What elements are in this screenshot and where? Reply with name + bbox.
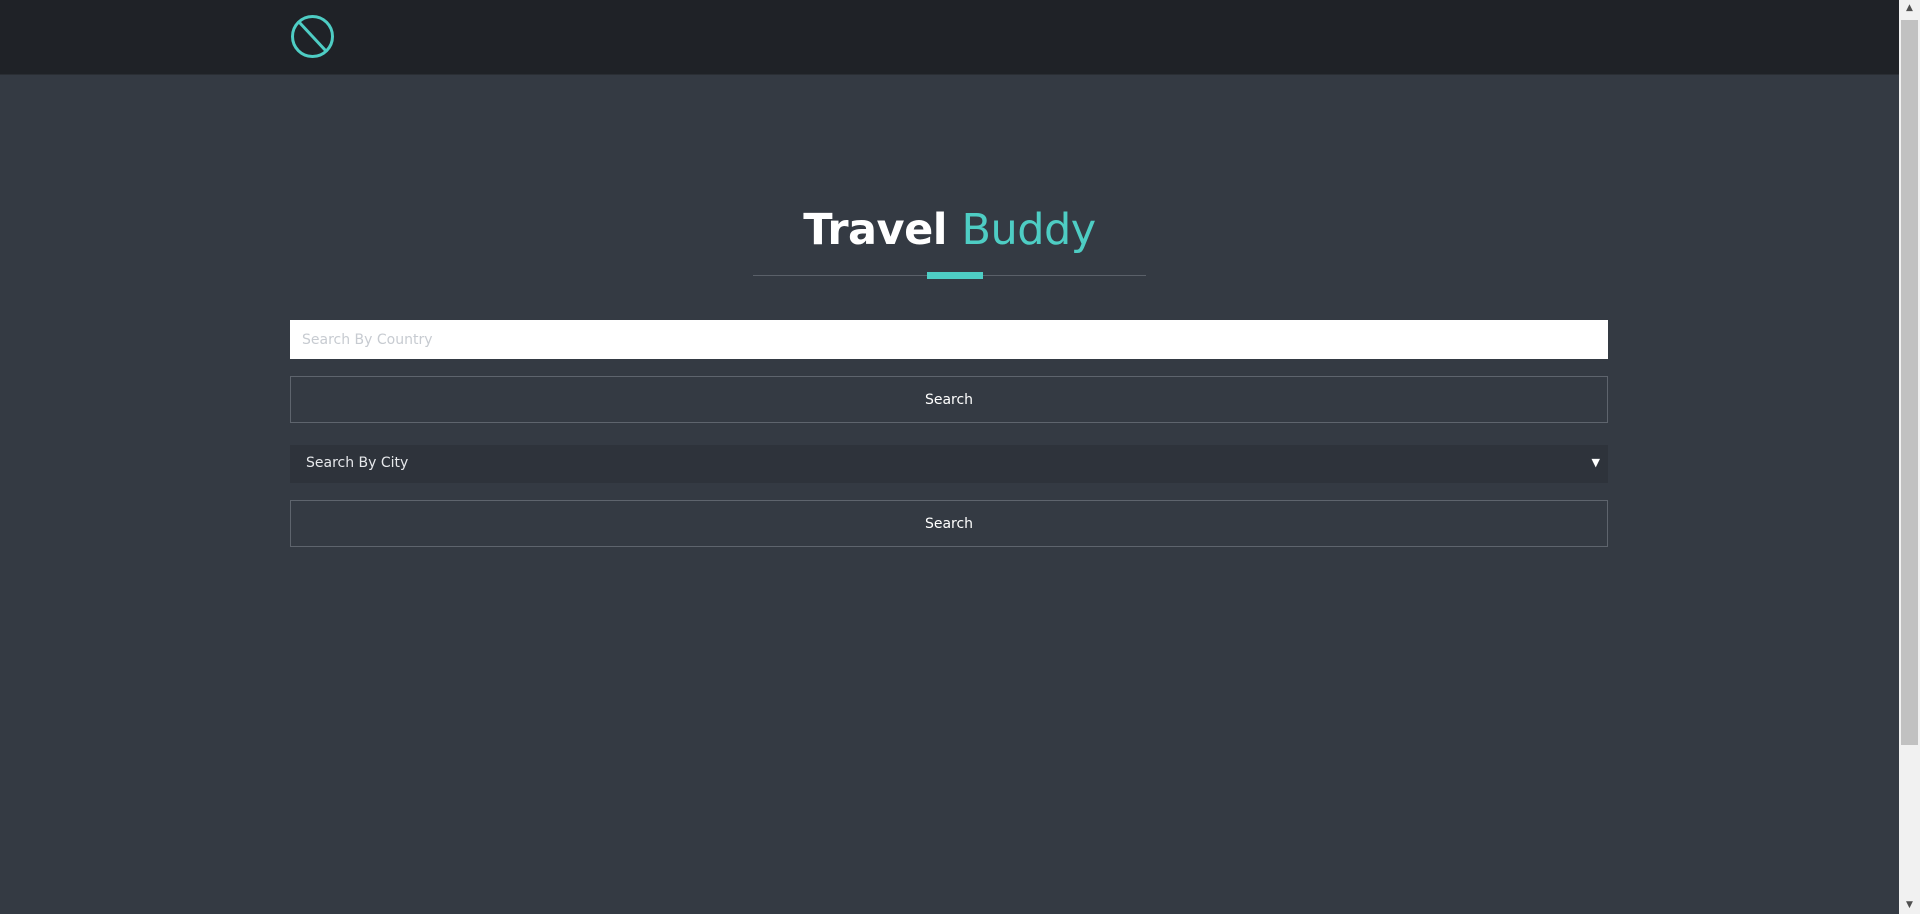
search-form: Search Search By City ▼ Search [290, 320, 1608, 547]
scrollbar-thumb[interactable] [1901, 20, 1918, 745]
scroll-up-arrow-icon[interactable]: ▲ [1899, 0, 1920, 17]
scroll-down-arrow-icon[interactable]: ▼ [1899, 897, 1920, 914]
city-search-button[interactable]: Search [290, 500, 1608, 547]
caret-down-icon: ▼ [1591, 456, 1600, 469]
logo-icon[interactable] [290, 14, 335, 59]
city-select[interactable]: Search By City ▼ [290, 445, 1608, 483]
country-search-input[interactable] [290, 320, 1608, 359]
title-main: Travel [803, 205, 947, 255]
title-accent: Buddy [961, 205, 1096, 255]
top-navbar [0, 0, 1899, 75]
country-search-button[interactable]: Search [290, 376, 1608, 423]
page-title: Travel Buddy [803, 205, 1096, 255]
page: Travel Buddy Search Search By City ▼ Sea… [0, 0, 1920, 914]
hero-section: Travel Buddy [0, 205, 1899, 279]
title-underline-accent [927, 272, 983, 279]
city-select-value: Search By City [306, 455, 409, 471]
vertical-scrollbar[interactable]: ▲ ▼ [1899, 0, 1920, 914]
